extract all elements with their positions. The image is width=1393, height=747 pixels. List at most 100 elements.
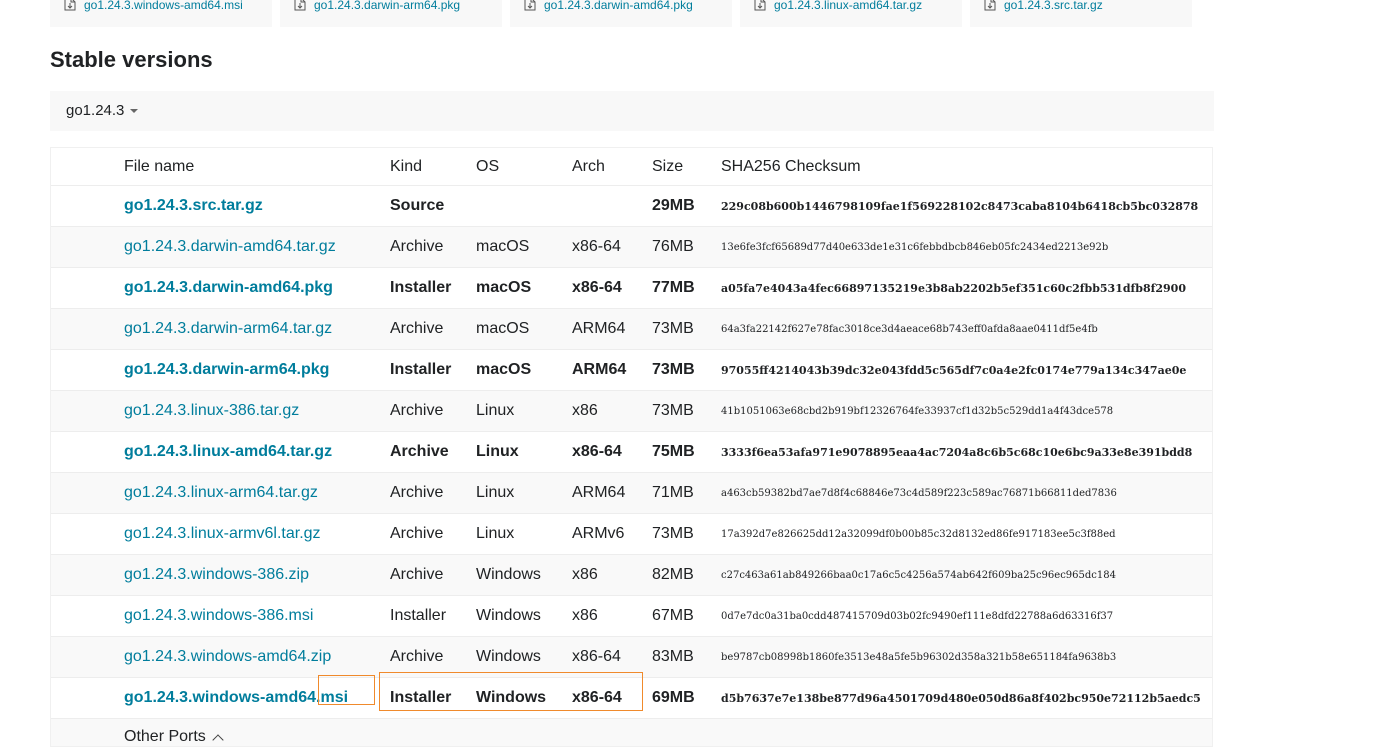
cell-kind: Installer <box>390 350 476 391</box>
cell-sha: 3333f6ea53afa971e9078895eaa4ac7204a8c6b5… <box>721 432 1212 473</box>
download-link[interactable]: go1.24.3.linux-amd64.tar.gz <box>124 443 332 460</box>
version-label: go1.24.3 <box>66 102 124 119</box>
cell-size: 29MB <box>652 186 721 227</box>
download-file-icon <box>754 0 766 12</box>
cell-sha: a463cb59382bd7ae7d8f4c68846e73c4d589f223… <box>721 473 1212 514</box>
featured-link[interactable]: go1.24.3.linux-amd64.tar.gz <box>774 0 922 12</box>
download-link[interactable]: go1.24.3.windows-amd64.msi <box>124 689 348 706</box>
cell-size: 82MB <box>652 555 721 596</box>
featured-link[interactable]: go1.24.3.src.tar.gz <box>1004 0 1103 12</box>
featured-link[interactable]: go1.24.3.windows-amd64.msi <box>84 0 243 12</box>
table-row: go1.24.3.darwin-arm64.pkgInstallermacOSA… <box>51 350 1212 391</box>
cell-os: macOS <box>476 268 572 309</box>
cell-size: 73MB <box>652 391 721 432</box>
featured-card-darwin-amd64-pkg[interactable]: go1.24.3.darwin-amd64.pkg <box>510 0 732 27</box>
section-title: Stable versions <box>50 44 213 76</box>
cell-file-name: go1.24.3.linux-arm64.tar.gz <box>124 473 390 514</box>
cell-os: Linux <box>476 432 572 473</box>
row-spacer <box>51 473 124 514</box>
cell-os: Windows <box>476 555 572 596</box>
cell-arch: ARM64 <box>572 309 652 350</box>
download-link[interactable]: go1.24.3.linux-arm64.tar.gz <box>124 484 318 501</box>
cell-size: 73MB <box>652 350 721 391</box>
table-row: go1.24.3.windows-amd64.msiInstallerWindo… <box>51 678 1212 719</box>
featured-card-src-tar[interactable]: go1.24.3.src.tar.gz <box>970 0 1192 27</box>
download-link[interactable]: go1.24.3.linux-386.tar.gz <box>124 402 299 419</box>
download-file-icon <box>984 0 996 12</box>
cell-kind: Archive <box>390 309 476 350</box>
download-link[interactable]: go1.24.3.linux-armv6l.tar.gz <box>124 525 321 542</box>
cell-arch: x86-64 <box>572 227 652 268</box>
downloads-table-container: File name Kind OS Arch Size SHA256 Check… <box>50 147 1213 747</box>
cell-arch: x86 <box>572 555 652 596</box>
version-toggle[interactable]: go1.24.3 <box>66 102 138 119</box>
featured-card-darwin-arm64-pkg[interactable]: go1.24.3.darwin-arm64.pkg <box>280 0 502 27</box>
header-size: Size <box>652 148 721 186</box>
row-spacer <box>51 555 124 596</box>
cell-sha: c27c463a61ab849266baa0c17a6c5c4256a574ab… <box>721 555 1212 596</box>
table-row: go1.24.3.linux-amd64.tar.gzArchiveLinuxx… <box>51 432 1212 473</box>
cell-file-name: go1.24.3.windows-386.zip <box>124 555 390 596</box>
download-link[interactable]: go1.24.3.windows-386.zip <box>124 566 309 583</box>
cell-sha: d5b7637e7e138be877d96a4501709d480e050d86… <box>721 678 1212 719</box>
cell-kind: Installer <box>390 268 476 309</box>
header-file-name: File name <box>124 148 390 186</box>
cell-arch: x86-64 <box>572 678 652 719</box>
download-link[interactable]: go1.24.3.darwin-amd64.tar.gz <box>124 238 336 255</box>
table-header-row: File name Kind OS Arch Size SHA256 Check… <box>51 148 1212 186</box>
download-link[interactable]: go1.24.3.darwin-amd64.pkg <box>124 279 333 296</box>
table-row: go1.24.3.windows-386.zipArchiveWindowsx8… <box>51 555 1212 596</box>
chevron-up-icon <box>212 734 223 745</box>
featured-link[interactable]: go1.24.3.darwin-amd64.pkg <box>544 0 693 12</box>
row-spacer <box>51 637 124 678</box>
download-link[interactable]: go1.24.3.src.tar.gz <box>124 197 263 214</box>
table-row: go1.24.3.linux-armv6l.tar.gzArchiveLinux… <box>51 514 1212 555</box>
cell-os: Windows <box>476 637 572 678</box>
row-spacer <box>51 596 124 637</box>
download-file-icon <box>64 0 76 12</box>
row-spacer <box>51 514 124 555</box>
table-row: go1.24.3.src.tar.gz Source 29MB229c08b600b… <box>51 186 1212 227</box>
cell-size: 75MB <box>652 432 721 473</box>
row-spacer <box>51 227 124 268</box>
cell-file-name: go1.24.3.darwin-amd64.tar.gz <box>124 227 390 268</box>
row-spacer <box>51 678 124 719</box>
download-link[interactable]: go1.24.3.darwin-arm64.pkg <box>124 361 329 378</box>
table-body: go1.24.3.src.tar.gz Source 29MB229c08b600b… <box>51 186 1212 747</box>
row-spacer <box>51 719 124 747</box>
download-link[interactable]: go1.24.3.windows-386.msi <box>124 607 313 624</box>
cell-arch: ARMv6 <box>572 514 652 555</box>
cell-file-name: go1.24.3.darwin-arm64.pkg <box>124 350 390 391</box>
table-row: go1.24.3.windows-amd64.zipArchiveWindows… <box>51 637 1212 678</box>
cell-size: 73MB <box>652 309 721 350</box>
cell-file-name: go1.24.3.linux-armv6l.tar.gz <box>124 514 390 555</box>
cell-file-name: go1.24.3.darwin-amd64.pkg <box>124 268 390 309</box>
download-link[interactable]: go1.24.3.windows-amd64.zip <box>124 648 331 665</box>
download-link[interactable]: go1.24.3.darwin-arm64.tar.gz <box>124 320 332 337</box>
cell-kind: Archive <box>390 514 476 555</box>
featured-link[interactable]: go1.24.3.darwin-arm64.pkg <box>314 0 460 12</box>
cell-arch: x86-64 <box>572 268 652 309</box>
cell-file-name: go1.24.3.windows-amd64.msi <box>124 678 390 719</box>
featured-card-windows-amd64-msi[interactable]: go1.24.3.windows-amd64.msi <box>50 0 272 27</box>
other-ports-cell: Other Ports <box>124 719 1212 747</box>
download-file-icon <box>294 0 306 12</box>
other-ports-toggle[interactable]: Other Ports <box>124 728 222 745</box>
version-bar: go1.24.3 <box>50 91 1214 131</box>
cell-arch: x86-64 <box>572 432 652 473</box>
row-spacer <box>51 432 124 473</box>
other-ports-row: Other Ports <box>51 719 1212 747</box>
cell-file-name: go1.24.3.windows-386.msi <box>124 596 390 637</box>
cell-size: 69MB <box>652 678 721 719</box>
cell-os <box>476 186 572 227</box>
cell-arch: x86 <box>572 596 652 637</box>
header-sha256: SHA256 Checksum <box>721 148 1212 186</box>
row-spacer <box>51 186 124 227</box>
table-row: go1.24.3.linux-arm64.tar.gzArchiveLinuxA… <box>51 473 1212 514</box>
cell-file-name: go1.24.3.windows-amd64.zip <box>124 637 390 678</box>
cell-sha: 229c08b600b1446798109fae1f569228102c8473… <box>721 186 1212 227</box>
cell-kind: Source <box>390 186 476 227</box>
header-os: OS <box>476 148 572 186</box>
cell-os: Linux <box>476 391 572 432</box>
featured-card-linux-amd64-tar[interactable]: go1.24.3.linux-amd64.tar.gz <box>740 0 962 27</box>
